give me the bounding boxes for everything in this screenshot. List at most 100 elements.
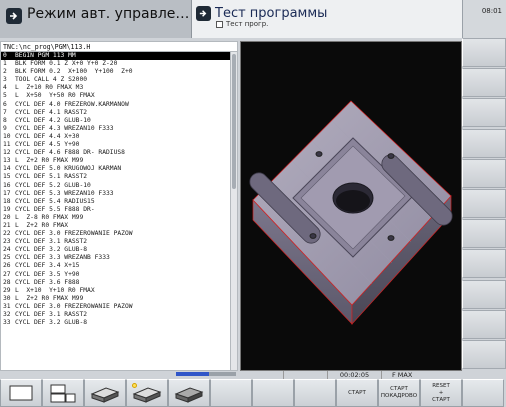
scrollbar-thumb[interactable]	[232, 54, 236, 189]
line-command: CYCL DEF 4.2 GLUB-10	[15, 116, 91, 124]
line-number: 24	[3, 246, 11, 254]
softkey-12[interactable]	[462, 379, 504, 407]
line-number: 18	[3, 197, 11, 205]
program-line[interactable]: 15 CYCL DEF 5.1 RASST2	[1, 173, 230, 181]
vertical-softkey-7[interactable]	[462, 219, 506, 249]
three-plane-view-softkey[interactable]	[42, 379, 84, 407]
program-scrollbar[interactable]	[231, 51, 238, 371]
line-command: L Z+2 R0 FMAX M99	[15, 157, 84, 165]
vertical-softkey-2[interactable]	[462, 68, 506, 98]
program-line[interactable]: 6 CYCL DEF 4.0 FREZEROW.KARMANOW	[1, 101, 230, 109]
program-line[interactable]: 9 CYCL DEF 4.3 WREZAN10 F333	[1, 125, 230, 133]
simulation-graphic[interactable]	[240, 41, 462, 371]
start-label: СТАРТ	[348, 389, 366, 396]
program-line[interactable]: 32 CYCL DEF 3.1 RASST2	[1, 311, 230, 319]
line-number: 19	[3, 205, 11, 213]
vertical-softkey-5[interactable]	[462, 158, 506, 188]
line-number: 6	[3, 100, 7, 108]
program-test-title: Тест программы	[215, 6, 328, 21]
program-listing[interactable]: 0 BEGIN PGM 113 MM 1 BLK FORM 0.1 Z X+0 Y+0…	[0, 51, 231, 371]
line-command: CYCL DEF 4.5 Y+90	[15, 141, 80, 149]
program-line[interactable]: 31 CYCL DEF 3.0 FREZEROWANIE PAZOW	[1, 303, 230, 311]
program-line[interactable]: 2 BLK FORM 0.2 X+100 Y+100 Z+0	[1, 68, 230, 76]
program-line[interactable]: 4 L Z+10 R0 FMAX M3	[1, 84, 230, 92]
line-number: 4	[3, 84, 7, 92]
3d-line-graphic-softkey[interactable]	[168, 379, 210, 407]
line-command: CYCL DEF 3.1 RASST2	[15, 311, 88, 318]
line-number: 17	[3, 189, 11, 197]
line-command: L X+50 Y+50 R0 FMAX	[15, 92, 95, 100]
program-test-subtitle: Тест прогр.	[226, 20, 269, 28]
program-line[interactable]: 18 CYCL DEF 5.4 RADIUS15	[1, 198, 230, 206]
line-command: L Z+2 R0 FMAX M99	[15, 294, 84, 302]
vertical-softkey-3[interactable]	[462, 98, 506, 128]
program-line[interactable]: 1 BLK FORM 0.1 Z X+0 Y+0 Z-20	[1, 60, 230, 68]
line-number: 23	[3, 238, 11, 246]
program-line[interactable]: 13 L Z+2 R0 FMAX M99	[1, 157, 230, 165]
line-command: BLK FORM 0.2 X+100 Y+100 Z+0	[15, 68, 133, 76]
line-command: CYCL DEF 4.6 F888 DR- RADIUS8	[15, 149, 125, 157]
line-command: CYCL DEF 4.4 X+30	[15, 132, 80, 140]
program-line[interactable]: 29 L X+10 Y+10 R0 FMAX	[1, 287, 230, 295]
line-number: 20	[3, 213, 11, 221]
program-line[interactable]: 3 TOOL CALL 4 Z S2000	[1, 76, 230, 84]
vertical-softkey-6[interactable]	[462, 188, 506, 218]
start-single-block-softkey[interactable]: СТАРТ ПОКАДРОВО	[378, 379, 420, 407]
reset-start-softkey[interactable]: RESET + СТАРТ	[420, 379, 462, 407]
program-line[interactable]: 21 L Z+2 R0 FMAX	[1, 222, 230, 230]
vertical-softkey-1[interactable]	[462, 38, 506, 67]
program-line[interactable]: 33 CYCL DEF 3.2 GLUB-8	[1, 319, 230, 327]
program-line[interactable]: 0 BEGIN PGM 113 MM	[1, 52, 230, 61]
program-line[interactable]: 22 CYCL DEF 3.0 FREZEROWANIE PAZOW	[1, 230, 230, 238]
program-line[interactable]: 27 CYCL DEF 3.5 Y+90	[1, 271, 230, 279]
operating-mode-tab[interactable]: Режим авт. управле…	[0, 0, 192, 38]
vertical-softkey-10[interactable]	[462, 309, 506, 339]
line-number: 22	[3, 230, 11, 238]
program-line[interactable]: 14 CYCL DEF 5.0 KRUGOWOJ KARMAN	[1, 165, 230, 173]
line-command: CYCL DEF 4.0 FREZEROW.KARMANOW	[15, 100, 129, 108]
softkey-6[interactable]	[210, 379, 252, 407]
vertical-softkey-4[interactable]	[462, 128, 506, 158]
3d-view-active-softkey[interactable]	[126, 379, 168, 407]
start-softkey[interactable]: СТАРТ	[336, 379, 378, 407]
program-line[interactable]: 26 CYCL DEF 3.4 X+15	[1, 262, 230, 270]
blank-form-view-softkey[interactable]	[0, 379, 42, 407]
line-number: 14	[3, 165, 11, 173]
3d-view-softkey[interactable]	[84, 379, 126, 407]
line-command: BLK FORM 0.1 Z X+0 Y+0 Z-20	[15, 60, 118, 68]
vertical-softkey-8[interactable]	[462, 249, 506, 279]
program-line[interactable]: 17 CYCL DEF 5.3 WREZAN10 F333	[1, 190, 230, 198]
program-line[interactable]: 24 CYCL DEF 3.2 GLUB-8	[1, 246, 230, 254]
program-line[interactable]: 28 CYCL DEF 3.6 F888	[1, 279, 230, 287]
program-line[interactable]: 20 L Z-8 R0 FMAX M99	[1, 214, 230, 222]
program-line[interactable]: 10 CYCL DEF 4.4 X+30	[1, 133, 230, 141]
program-line[interactable]: 5 L X+50 Y+50 R0 FMAX	[1, 92, 230, 100]
vertical-softkey-11[interactable]	[462, 339, 506, 369]
softkey-7[interactable]	[252, 379, 294, 407]
line-number: 15	[3, 173, 11, 181]
line-command: L Z+2 R0 FMAX	[15, 221, 69, 229]
line-command: CYCL DEF 3.2 GLUB-8	[15, 246, 88, 254]
line-number: 30	[3, 294, 11, 302]
reset-label-2: +	[438, 389, 444, 396]
program-line[interactable]: 11 CYCL DEF 4.5 Y+90	[1, 141, 230, 149]
test-progress-fill	[176, 372, 209, 376]
auto-mode-icon	[6, 8, 22, 24]
vertical-softkey-9[interactable]	[462, 279, 506, 309]
line-command: CYCL DEF 3.5 Y+90	[15, 270, 80, 278]
program-line[interactable]: 16 CYCL DEF 5.2 GLUB-10	[1, 182, 230, 190]
program-line[interactable]: 7 CYCL DEF 4.1 RASST2	[1, 109, 230, 117]
softkey-8[interactable]	[294, 379, 336, 407]
test-progress-bar	[176, 372, 236, 376]
line-command: CYCL DEF 5.5 F888 DR-	[15, 205, 95, 213]
program-line[interactable]: 30 L Z+2 R0 FMAX M99	[1, 295, 230, 303]
line-command: TOOL CALL 4 Z S2000	[15, 76, 88, 84]
program-line[interactable]: 19 CYCL DEF 5.5 F888 DR-	[1, 206, 230, 214]
window-icon	[216, 20, 223, 28]
program-line[interactable]: 25 CYCL DEF 3.3 WREZANB F333	[1, 254, 230, 262]
3d-line-graphic-icon	[174, 387, 204, 403]
program-line[interactable]: 8 CYCL DEF 4.2 GLUB-10	[1, 117, 230, 125]
program-line[interactable]: 12 CYCL DEF 4.6 F888 DR- RADIUS8	[1, 149, 230, 157]
program-line[interactable]: 23 CYCL DEF 3.1 RASST2	[1, 238, 230, 246]
program-test-tab[interactable]: Тест программы Тест прогр.	[192, 0, 462, 38]
